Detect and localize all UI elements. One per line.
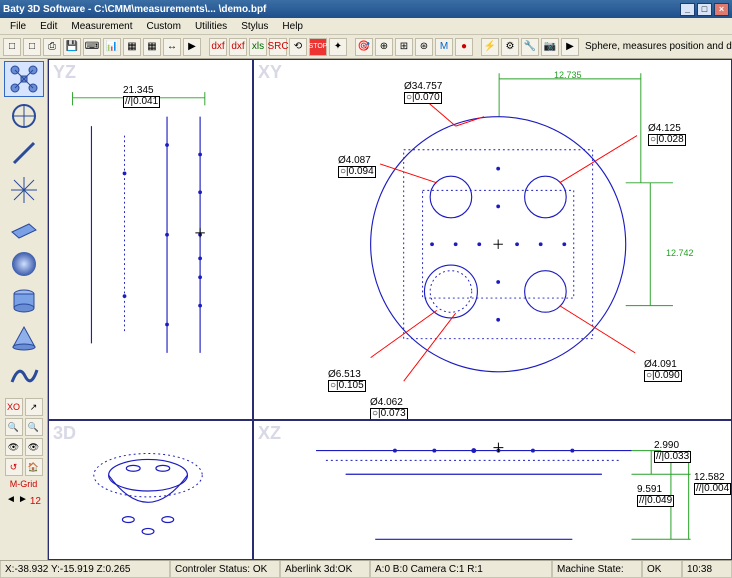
menu-edit[interactable]: Edit bbox=[34, 20, 63, 33]
sm-eye1[interactable]: 👁 bbox=[5, 438, 23, 456]
menu-bar: File Edit Measurement Custom Utilities S… bbox=[0, 18, 732, 35]
feature-count: 12 bbox=[30, 496, 41, 507]
tb-open[interactable]: □ bbox=[23, 38, 41, 56]
tool-cylinder[interactable] bbox=[4, 283, 44, 319]
menu-custom[interactable]: Custom bbox=[141, 20, 187, 33]
xy-main-dia: Ø34.757○|0.070 bbox=[404, 82, 442, 104]
left-toolbar: XO ↗ 🔍 🔍 👁 👁 ↺ 🏠 M-Grid ◄ ► 12 bbox=[0, 59, 48, 560]
tb-probe[interactable]: ⊛ bbox=[415, 38, 433, 56]
tool-cone[interactable] bbox=[4, 320, 44, 356]
viewport-yz[interactable]: YZ 21.345//|0.041 bbox=[48, 59, 253, 420]
tool-plane[interactable] bbox=[4, 209, 44, 245]
tool-reference[interactable] bbox=[4, 61, 44, 97]
viewport-grid: YZ 21.345//|0.041 XY bbox=[48, 59, 732, 560]
status-controller: Controler Status: OK bbox=[170, 561, 280, 578]
sm-zoomin[interactable]: 🔍 bbox=[5, 418, 23, 436]
viewport-xy[interactable]: XY bbox=[253, 59, 732, 420]
tb-target[interactable]: 🎯 bbox=[355, 38, 373, 56]
tb-src[interactable]: SRC bbox=[269, 38, 287, 56]
xy-top-dim: 12.735 bbox=[554, 70, 582, 80]
tb-gear[interactable]: ⚙ bbox=[501, 38, 519, 56]
status-aberlink: Aberlink 3d:OK bbox=[280, 561, 370, 578]
tb-keyboard[interactable]: ⌨ bbox=[83, 38, 101, 56]
status-camera: A:0 B:0 Camera C:1 R:1 bbox=[370, 561, 552, 578]
xy-bl-dia: Ø6.513○|0.105 bbox=[328, 370, 366, 392]
status-time: 10:38 bbox=[682, 561, 732, 578]
tb-sep2 bbox=[349, 38, 353, 56]
tb-star[interactable]: ✦ bbox=[329, 38, 347, 56]
label-xz: XZ bbox=[258, 423, 281, 444]
xz-d2: 9.591//|0.049 bbox=[637, 485, 674, 507]
menu-utilities[interactable]: Utilities bbox=[189, 20, 233, 33]
minimize-button[interactable]: _ bbox=[680, 3, 695, 16]
menu-measurement[interactable]: Measurement bbox=[65, 20, 138, 33]
xy-br-dia: Ø4.091○|0.090 bbox=[644, 360, 682, 382]
status-coords: X:-38.932 Y:-15.919 Z:0.265 bbox=[0, 561, 170, 578]
yz-dim: 21.345//|0.041 bbox=[123, 86, 160, 108]
title-bar: Baty 3D Software - C:\CMM\measurements\.… bbox=[0, 0, 732, 18]
viewport-xz[interactable]: XZ 2.990//|0.033 9.591//|0.049 12.582//|… bbox=[253, 420, 732, 560]
viewport-3d[interactable]: 3D bbox=[48, 420, 253, 560]
xy-tl-dia: Ø4.087○|0.094 bbox=[338, 156, 376, 178]
sm-arrow[interactable]: ↗ bbox=[25, 398, 43, 416]
xy-right-dim: 12.742 bbox=[666, 248, 694, 258]
tb-new[interactable]: □ bbox=[3, 38, 21, 56]
menu-file[interactable]: File bbox=[4, 20, 32, 33]
sm-xo[interactable]: XO bbox=[5, 398, 23, 416]
tb-report[interactable]: 📊 bbox=[103, 38, 121, 56]
prev-arrow[interactable]: ◄ bbox=[6, 494, 16, 507]
tool-curve[interactable] bbox=[4, 357, 44, 393]
tb-grid1[interactable]: ▦ bbox=[123, 38, 141, 56]
tb-m[interactable]: M bbox=[435, 38, 453, 56]
tb-save[interactable]: 💾 bbox=[63, 38, 81, 56]
tb-play[interactable]: ▶ bbox=[561, 38, 579, 56]
main-toolbar: □ □ ⎙ 💾 ⌨ 📊 ▦ ▦ ↔ ▶ dxf dxf xls SRC ⟲ ST… bbox=[0, 35, 732, 59]
tb-tool[interactable]: 🔧 bbox=[521, 38, 539, 56]
tb-dxf-in[interactable]: dxf bbox=[209, 38, 227, 56]
tool-point[interactable] bbox=[4, 172, 44, 208]
tb-camera[interactable]: 📷 bbox=[541, 38, 559, 56]
status-bar: X:-38.932 Y:-15.919 Z:0.265 Controler St… bbox=[0, 560, 732, 578]
sm-rotate[interactable]: ↺ bbox=[5, 458, 23, 476]
tb-align[interactable]: ↔ bbox=[163, 38, 181, 56]
next-arrow[interactable]: ► bbox=[18, 494, 28, 507]
tb-cross[interactable]: ⊕ bbox=[375, 38, 393, 56]
label-yz: YZ bbox=[53, 62, 76, 83]
xy-bl2-dia: Ø4.062○|0.073 bbox=[370, 398, 408, 420]
tool-circle[interactable] bbox=[4, 98, 44, 134]
tb-sep3 bbox=[475, 38, 479, 56]
maximize-button[interactable]: □ bbox=[697, 3, 712, 16]
tb-xls[interactable]: xls bbox=[249, 38, 267, 56]
window-title: Baty 3D Software - C:\CMM\measurements\.… bbox=[3, 4, 266, 15]
tb-frame[interactable]: ⊞ bbox=[395, 38, 413, 56]
tool-sphere[interactable] bbox=[4, 246, 44, 282]
small-tools: XO ↗ 🔍 🔍 👁 👁 ↺ 🏠 bbox=[5, 398, 43, 476]
label-3d: 3D bbox=[53, 423, 76, 444]
tb-refresh[interactable]: ⟲ bbox=[289, 38, 307, 56]
tb-run[interactable]: ▶ bbox=[183, 38, 201, 56]
label-xy: XY bbox=[258, 62, 282, 83]
status-ok: OK bbox=[642, 561, 682, 578]
xz-d1: 2.990//|0.033 bbox=[654, 441, 691, 463]
sm-eye2[interactable]: 👁 bbox=[25, 438, 43, 456]
toolbar-hint: Sphere, measures position and dimensions… bbox=[585, 41, 732, 52]
status-machine: Machine State: bbox=[552, 561, 642, 578]
tb-grid2[interactable]: ▦ bbox=[143, 38, 161, 56]
tb-stop[interactable]: STOP bbox=[309, 38, 327, 56]
tb-print[interactable]: ⎙ bbox=[43, 38, 61, 56]
tb-sep1 bbox=[203, 38, 207, 56]
xz-d3: 12.582//|0.004 bbox=[694, 473, 731, 495]
close-button[interactable]: × bbox=[714, 3, 729, 16]
xy-tr-dia: Ø4.125○|0.028 bbox=[648, 124, 686, 146]
menu-stylus[interactable]: Stylus bbox=[235, 20, 274, 33]
tb-bolt[interactable]: ⚡ bbox=[481, 38, 499, 56]
sm-zoomout[interactable]: 🔍 bbox=[25, 418, 43, 436]
tool-line[interactable] bbox=[4, 135, 44, 171]
tb-record[interactable]: ● bbox=[455, 38, 473, 56]
mgrid-label[interactable]: M-Grid bbox=[10, 479, 38, 489]
sm-home[interactable]: 🏠 bbox=[25, 458, 43, 476]
tb-dxf-out[interactable]: dxf bbox=[229, 38, 247, 56]
main-area: XO ↗ 🔍 🔍 👁 👁 ↺ 🏠 M-Grid ◄ ► 12 YZ bbox=[0, 59, 732, 560]
menu-help[interactable]: Help bbox=[276, 20, 309, 33]
